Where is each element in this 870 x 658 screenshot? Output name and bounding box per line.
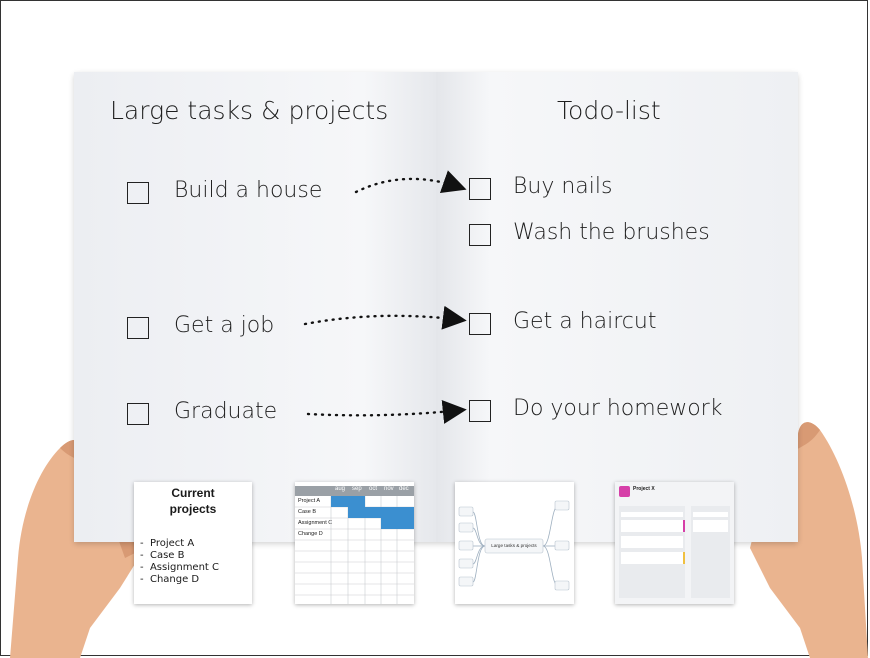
arrow-graduate-to-do-your-homework	[306, 400, 467, 424]
gantt-grid	[295, 496, 414, 604]
board-card	[693, 512, 728, 517]
board-column-right	[691, 506, 730, 598]
project-list-item: - Assignment C	[140, 562, 220, 573]
board-card	[621, 536, 683, 548]
thumbnail-current-projects[interactable]: Current projects - Project A - Case B - …	[134, 482, 252, 604]
thumbnail-gantt-chart[interactable]: aug sep oct nov dec Project A Case B Ass…	[295, 482, 414, 604]
board-avatar	[619, 486, 630, 497]
project-list-item: - Case B	[140, 550, 185, 561]
thumbnail-mindmap[interactable]: Large tasks & projects	[455, 482, 574, 604]
thumbnail-title-line2: projects	[169, 502, 217, 516]
board-card	[621, 520, 685, 532]
arrow-get-a-job-to-get-a-haircut	[303, 305, 467, 330]
board-title: Project X	[633, 486, 655, 492]
gantt-bar	[331, 496, 365, 507]
project-list-item: - Change D	[140, 574, 200, 585]
gantt-bar	[381, 507, 414, 518]
arrow-build-a-house-to-buy-nails	[354, 170, 467, 194]
board-card	[693, 520, 728, 532]
gantt-bar	[381, 518, 414, 529]
thumbnail-title-line1: Current	[171, 486, 215, 500]
connector-arrows	[303, 170, 467, 424]
project-list-item: - Project A	[140, 538, 195, 549]
board-card	[621, 512, 683, 517]
thumbnail-board[interactable]: Project X	[615, 482, 734, 604]
board-column-left	[619, 506, 685, 598]
project-list: - Project A - Case B - Assignment C - Ch…	[140, 538, 219, 586]
board-card	[621, 552, 685, 564]
mindmap-center-label: Large tasks & projects	[491, 543, 537, 548]
